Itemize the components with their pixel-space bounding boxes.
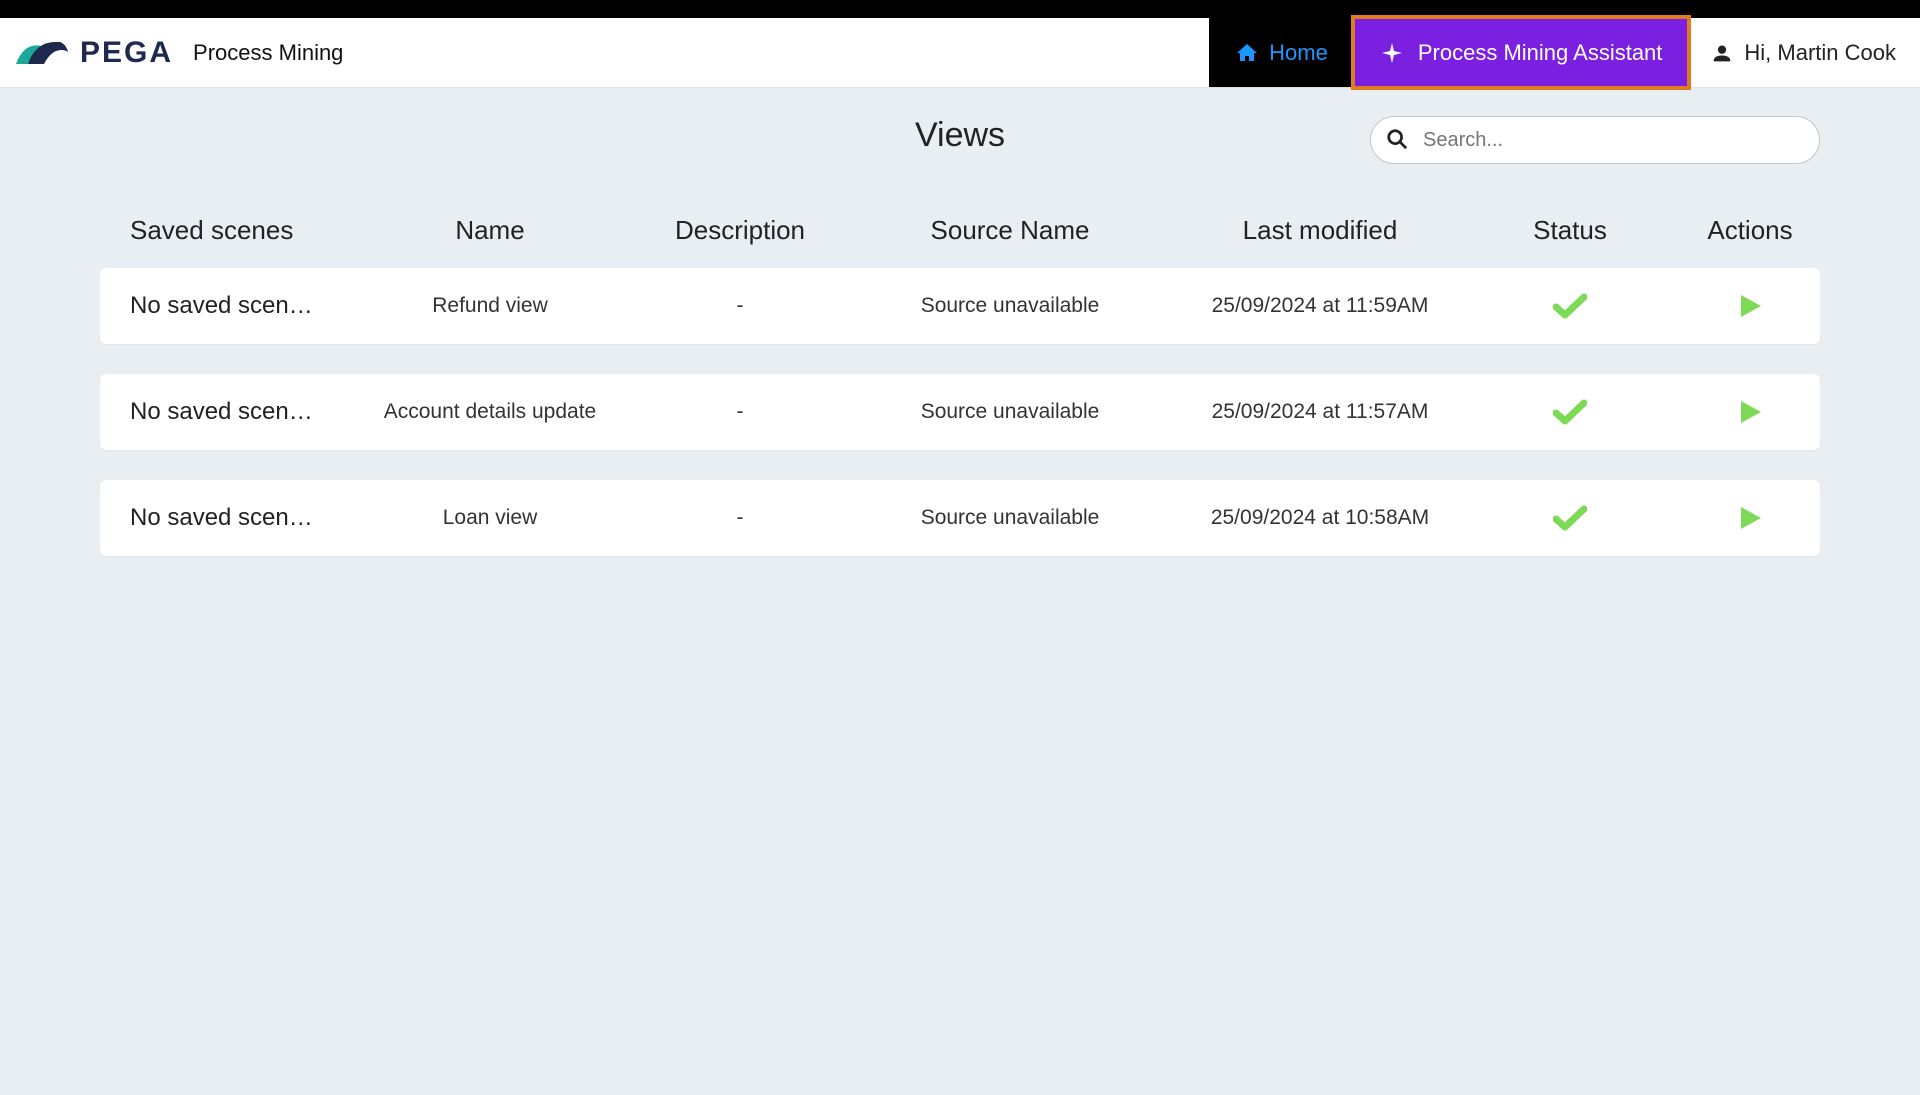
brand-text: PEGA [80, 36, 173, 70]
play-button[interactable] [1660, 399, 1840, 425]
header-left: PEGA Process Mining [0, 18, 343, 87]
cell-status [1480, 293, 1660, 319]
page-title: Views [915, 116, 1005, 155]
main: Views Saved scenes Name Description Sour… [0, 88, 1920, 626]
cell-last-modified: 25/09/2024 at 10:58AM [1160, 506, 1480, 530]
table-row[interactable]: No saved scen… Account details update - … [100, 374, 1820, 450]
nav-home[interactable]: Home [1209, 18, 1354, 87]
topline: Views [100, 116, 1820, 155]
cell-saved-scenes: No saved scen… [130, 292, 360, 320]
cell-source-name: Source unavailable [860, 506, 1160, 530]
cell-description: - [620, 506, 860, 530]
sparkle-icon [1380, 41, 1404, 65]
col-saved-scenes: Saved scenes [130, 215, 360, 246]
search-icon [1386, 128, 1408, 150]
col-name: Name [360, 215, 620, 246]
cell-name: Account details update [360, 400, 620, 424]
brand-logo[interactable]: PEGA [14, 34, 173, 72]
cell-status [1480, 399, 1660, 425]
table-header: Saved scenes Name Description Source Nam… [100, 215, 1820, 268]
cell-name: Loan view [360, 506, 620, 530]
cell-description: - [620, 400, 860, 424]
table-body: No saved scen… Refund view - Source unav… [100, 268, 1820, 556]
process-mining-assistant-button[interactable]: Process Mining Assistant [1354, 18, 1689, 87]
cell-last-modified: 25/09/2024 at 11:57AM [1160, 400, 1480, 424]
cell-source-name: Source unavailable [860, 400, 1160, 424]
user-greeting: Hi, Martin Cook [1744, 40, 1896, 66]
cell-source-name: Source unavailable [860, 294, 1160, 318]
top-black-bar [0, 0, 1920, 18]
cell-last-modified: 25/09/2024 at 11:59AM [1160, 294, 1480, 318]
play-icon [1737, 505, 1763, 531]
header-spacer [343, 18, 1209, 87]
nav-home-label: Home [1269, 40, 1328, 66]
search-input[interactable] [1370, 116, 1820, 164]
check-icon [1553, 293, 1587, 319]
cell-saved-scenes: No saved scen… [130, 398, 360, 426]
product-name: Process Mining [193, 40, 343, 66]
play-button[interactable] [1660, 293, 1840, 319]
play-icon [1737, 293, 1763, 319]
cell-description: - [620, 294, 860, 318]
play-button[interactable] [1660, 505, 1840, 531]
check-icon [1553, 505, 1587, 531]
play-icon [1737, 399, 1763, 425]
col-last-modified: Last modified [1160, 215, 1480, 246]
pega-horse-icon [14, 34, 72, 72]
col-description: Description [620, 215, 860, 246]
cell-name: Refund view [360, 294, 620, 318]
col-actions: Actions [1660, 215, 1840, 246]
cell-saved-scenes: No saved scen… [130, 504, 360, 532]
search-wrap [1370, 116, 1820, 164]
table-row[interactable]: No saved scen… Loan view - Source unavai… [100, 480, 1820, 556]
col-source-name: Source Name [860, 215, 1160, 246]
user-icon [1712, 43, 1732, 63]
check-icon [1553, 399, 1587, 425]
cell-status [1480, 505, 1660, 531]
table-row[interactable]: No saved scen… Refund view - Source unav… [100, 268, 1820, 344]
home-icon [1235, 41, 1259, 65]
header: PEGA Process Mining Home Process Mining … [0, 18, 1920, 88]
assistant-label: Process Mining Assistant [1418, 40, 1663, 66]
col-status: Status [1480, 215, 1660, 246]
user-area[interactable]: Hi, Martin Cook [1688, 18, 1920, 87]
views-table: Saved scenes Name Description Source Nam… [100, 215, 1820, 556]
